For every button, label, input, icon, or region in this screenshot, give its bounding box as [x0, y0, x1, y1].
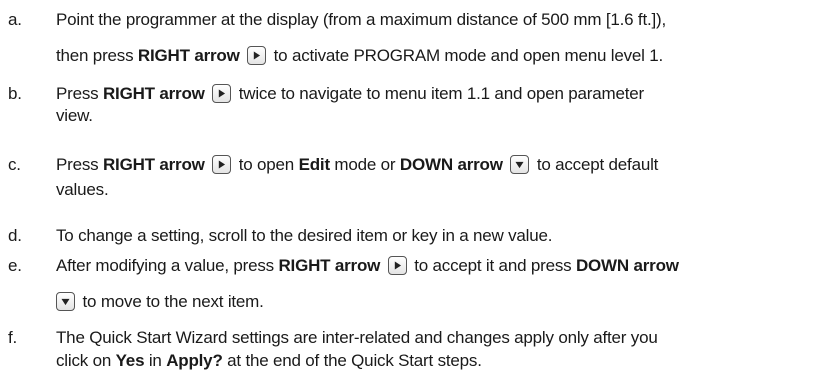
- list-item: a. Point the programmer at the display (…: [0, 10, 821, 76]
- right-arrow-key-icon: [387, 256, 407, 275]
- text: to open: [234, 155, 299, 174]
- down-arrow-key-icon: [56, 292, 75, 311]
- bold-text: RIGHT arrow: [102, 155, 205, 174]
- text: at the end of the Quick Start steps.: [222, 351, 482, 370]
- list-marker: b.: [8, 84, 22, 103]
- bold-text: DOWN arrow: [399, 155, 503, 174]
- right-arrow-key-icon: [212, 84, 232, 103]
- text: values.: [56, 180, 109, 199]
- line: To change a setting, scroll to the desir…: [56, 226, 552, 246]
- line: to move to the next item.: [56, 292, 264, 312]
- text: Press: [56, 84, 103, 103]
- text: then press: [56, 46, 138, 65]
- line: view.: [56, 106, 93, 126]
- text: click on: [56, 351, 116, 370]
- bold-text: DOWN arrow: [575, 256, 679, 275]
- text: After modifying a value, press: [56, 256, 279, 275]
- bold-text: Apply?: [166, 351, 223, 370]
- text: to accept default: [532, 155, 659, 174]
- right-arrow-key-icon: [247, 46, 267, 65]
- text: mode or: [329, 155, 400, 174]
- text: to move to the next item.: [78, 292, 264, 311]
- bold-text: RIGHT arrow: [137, 46, 240, 65]
- text: in: [144, 351, 167, 370]
- list-marker: c.: [8, 155, 21, 174]
- line: values.: [56, 180, 109, 200]
- instruction-list: a. Point the programmer at the display (…: [0, 0, 821, 388]
- line: After modifying a value, press RIGHT arr…: [56, 256, 679, 276]
- bold-text: RIGHT arrow: [102, 84, 205, 103]
- right-arrow-key-icon: [212, 155, 232, 174]
- down-arrow-key-icon: [510, 155, 530, 174]
- bold-text: RIGHT arrow: [278, 256, 381, 275]
- list-marker: e.: [8, 256, 22, 275]
- list-marker: d.: [8, 226, 22, 245]
- list-item: b. Press RIGHT arrow twice to navigate t…: [0, 84, 821, 136]
- list-item: e. After modifying a value, press RIGHT …: [0, 256, 821, 322]
- line: Point the programmer at the display (fro…: [56, 10, 666, 30]
- line: click on Yes in Apply? at the end of the…: [56, 351, 482, 371]
- list-item: d. To change a setting, scroll to the de…: [0, 226, 821, 250]
- list-marker: a.: [8, 10, 22, 29]
- list-item: f. The Quick Start Wizard settings are i…: [0, 328, 821, 380]
- line: Press RIGHT arrow to open Edit mode or D…: [56, 155, 658, 175]
- text: Point the programmer at the display (fro…: [56, 10, 667, 29]
- line: then press RIGHT arrow to activate PROGR…: [56, 46, 663, 66]
- text: to accept it and press: [409, 256, 576, 275]
- text: Press: [56, 155, 103, 174]
- text: To change a setting, scroll to the desir…: [56, 226, 553, 245]
- line: The Quick Start Wizard settings are inte…: [56, 328, 658, 348]
- bold-text: Edit: [298, 155, 331, 174]
- text: twice to navigate to menu item 1.1 and o…: [234, 84, 644, 103]
- list-marker: f.: [8, 328, 18, 347]
- text: The Quick Start Wizard settings are inte…: [56, 328, 658, 347]
- list-item: c. Press RIGHT arrow to open Edit mode o…: [0, 155, 821, 207]
- line: Press RIGHT arrow twice to navigate to m…: [56, 84, 644, 104]
- text: view.: [56, 106, 93, 125]
- bold-text: Yes: [115, 351, 145, 370]
- text: to activate PROGRAM mode and open menu l…: [269, 46, 664, 65]
